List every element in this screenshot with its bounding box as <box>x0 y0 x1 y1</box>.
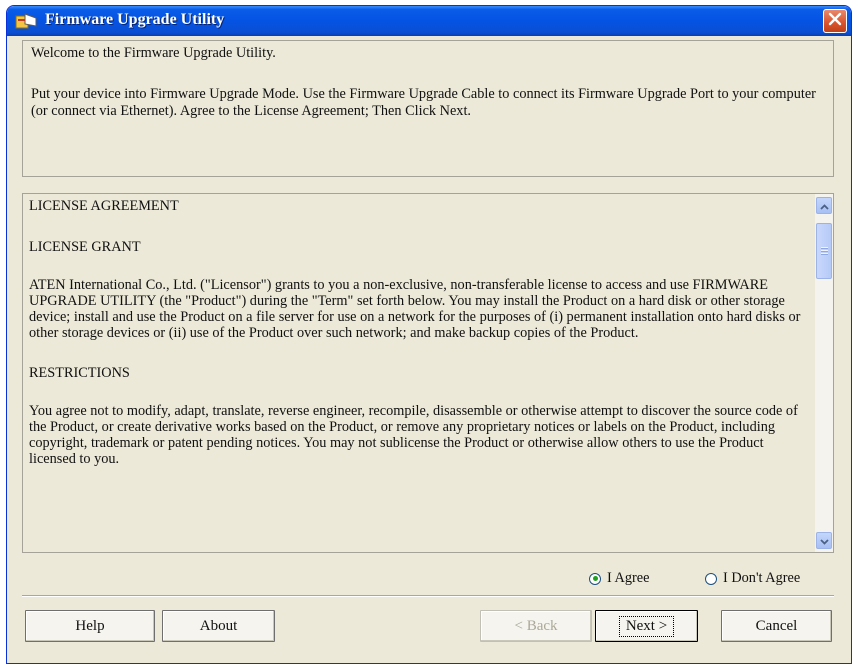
disagree-option[interactable]: I Don't Agree <box>705 570 800 587</box>
about-button[interactable]: About <box>162 610 275 642</box>
back-button[interactable]: < Back <box>480 610 592 642</box>
chevron-down-icon <box>819 532 829 550</box>
app-icon <box>15 12 37 30</box>
back-button-label: < Back <box>514 617 558 634</box>
window-title: Firmware Upgrade Utility <box>45 11 225 28</box>
help-button-label: Help <box>75 617 105 634</box>
license-agreement-box[interactable]: LICENSE AGREEMENT LICENSE GRANT ATEN Int… <box>22 193 834 553</box>
license-grant-text: ATEN International Co., Ltd. ("Licensor"… <box>29 277 801 341</box>
scroll-down-button[interactable] <box>816 532 832 549</box>
disagree-radio[interactable] <box>705 572 717 585</box>
license-text-area: LICENSE AGREEMENT LICENSE GRANT ATEN Int… <box>29 198 809 467</box>
firmware-upgrade-window: Firmware Upgrade Utility Welcome to the … <box>6 5 852 664</box>
license-scrollbar[interactable] <box>815 194 833 552</box>
agree-radio[interactable] <box>589 572 601 585</box>
help-button[interactable]: Help <box>25 610 155 642</box>
disagree-label: I Don't Agree <box>723 570 801 586</box>
next-button[interactable]: Next > <box>595 610 698 642</box>
close-button[interactable] <box>823 9 847 33</box>
close-icon <box>828 12 842 31</box>
license-grant-heading: LICENSE GRANT <box>29 239 141 255</box>
scroll-thumb[interactable] <box>816 223 832 279</box>
agree-option[interactable]: I Agree <box>589 570 649 587</box>
title-bar: Firmware Upgrade Utility <box>7 6 851 36</box>
restrictions-heading: RESTRICTIONS <box>29 365 130 381</box>
restrictions-text: You agree not to modify, adapt, translat… <box>29 403 798 467</box>
cancel-button[interactable]: Cancel <box>721 610 832 642</box>
license-heading: LICENSE AGREEMENT <box>29 198 179 214</box>
next-button-label: Next > <box>618 615 675 637</box>
intro-panel: Welcome to the Firmware Upgrade Utility.… <box>22 40 834 177</box>
instructions-text: Put your device into Firmware Upgrade Mo… <box>31 86 816 119</box>
agree-label: I Agree <box>607 570 650 586</box>
button-divider <box>22 595 834 597</box>
about-button-label: About <box>199 617 238 634</box>
welcome-text: Welcome to the Firmware Upgrade Utility. <box>31 45 276 61</box>
cancel-button-label: Cancel <box>755 617 798 634</box>
chevron-up-icon <box>819 197 829 215</box>
scroll-up-button[interactable] <box>816 197 832 214</box>
